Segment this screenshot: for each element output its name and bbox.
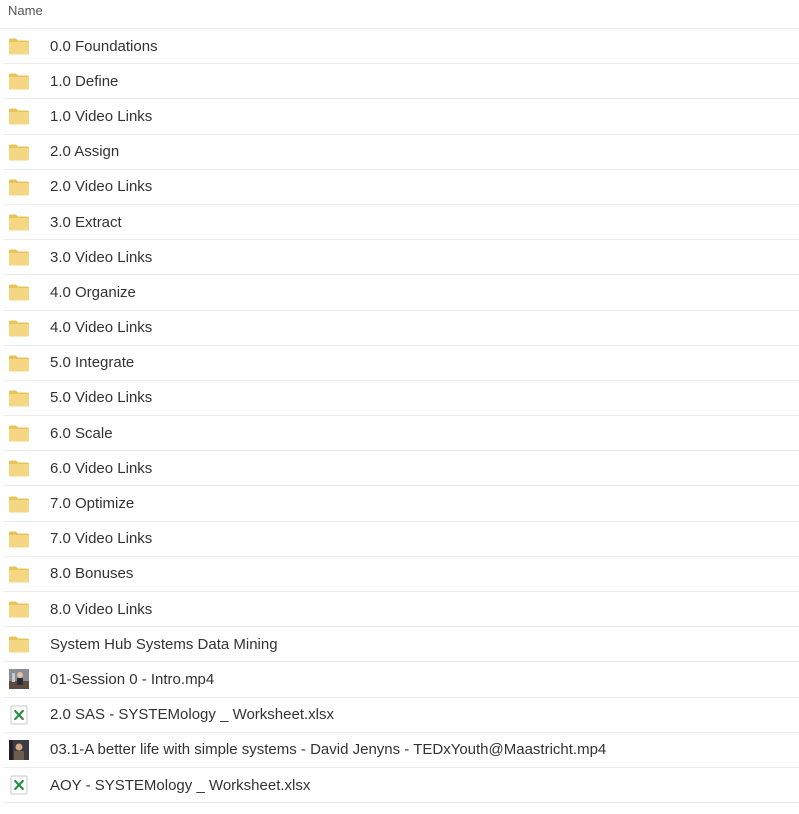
folder-row[interactable]: 6.0 Scale [4, 416, 799, 452]
folder-icon [8, 387, 30, 409]
file-row[interactable]: AOY - SYSTEMology _ Worksheet.xlsx [4, 768, 799, 804]
folder-row[interactable]: 7.0 Optimize [4, 486, 799, 522]
folder-icon [8, 598, 30, 620]
file-name[interactable]: 8.0 Video Links [50, 601, 152, 618]
folder-row[interactable]: 8.0 Bonuses [4, 557, 799, 592]
file-name[interactable]: 5.0 Integrate [50, 354, 134, 371]
file-name[interactable]: 6.0 Scale [50, 425, 113, 442]
file-rows: 0.0 Foundations 1.0 Define 1.0 Video Lin… [0, 29, 799, 804]
file-list: Name 0.0 Foundations 1.0 Define 1.0 Vide… [0, 0, 799, 804]
file-row[interactable]: 03.1-A better life with simple systems -… [4, 733, 799, 768]
folder-icon [8, 317, 30, 339]
folder-row[interactable]: 5.0 Integrate [4, 346, 799, 381]
folder-icon [8, 528, 30, 550]
folder-icon [8, 563, 30, 585]
file-name[interactable]: 3.0 Extract [50, 214, 122, 231]
excel-icon [8, 774, 30, 796]
file-name[interactable]: 1.0 Video Links [50, 108, 152, 125]
file-name[interactable]: 5.0 Video Links [50, 389, 152, 406]
file-name[interactable]: 8.0 Bonuses [50, 565, 133, 582]
folder-row[interactable]: 8.0 Video Links [4, 592, 799, 628]
folder-icon [8, 422, 30, 444]
file-name[interactable]: 1.0 Define [50, 73, 118, 90]
folder-row[interactable]: 3.0 Extract [4, 205, 799, 241]
column-header: Name [0, 0, 799, 29]
folder-icon [8, 211, 30, 233]
folder-icon [8, 176, 30, 198]
file-name[interactable]: 4.0 Organize [50, 284, 136, 301]
file-name[interactable]: 2.0 Video Links [50, 178, 152, 195]
folder-icon [8, 352, 30, 374]
file-name[interactable]: 7.0 Video Links [50, 530, 152, 547]
file-name[interactable]: 0.0 Foundations [50, 38, 158, 55]
file-name[interactable]: 3.0 Video Links [50, 249, 152, 266]
folder-row[interactable]: 2.0 Assign [4, 135, 799, 170]
video-thumbnail-icon [8, 739, 30, 761]
folder-row[interactable]: 6.0 Video Links [4, 451, 799, 487]
folder-icon [8, 246, 30, 268]
folder-icon [8, 70, 30, 92]
file-name[interactable]: 6.0 Video Links [50, 460, 152, 477]
folder-row[interactable]: 3.0 Video Links [4, 240, 799, 276]
folder-row[interactable]: 5.0 Video Links [4, 381, 799, 417]
file-row[interactable]: 2.0 SAS - SYSTEMology _ Worksheet.xlsx [4, 698, 799, 733]
folder-icon [8, 105, 30, 127]
folder-icon [8, 281, 30, 303]
file-name[interactable]: 2.0 Assign [50, 143, 119, 160]
file-name[interactable]: 01-Session 0 - Intro.mp4 [50, 671, 214, 688]
folder-row[interactable]: 4.0 Organize [4, 275, 799, 311]
file-name[interactable]: AOY - SYSTEMology _ Worksheet.xlsx [50, 777, 310, 794]
file-name[interactable]: 4.0 Video Links [50, 319, 152, 336]
folder-icon [8, 493, 30, 515]
file-name[interactable]: 7.0 Optimize [50, 495, 134, 512]
file-name[interactable]: 2.0 SAS - SYSTEMology _ Worksheet.xlsx [50, 706, 334, 723]
folder-icon [8, 141, 30, 163]
folder-row[interactable]: System Hub Systems Data Mining [4, 627, 799, 663]
excel-icon [8, 704, 30, 726]
folder-icon [8, 633, 30, 655]
file-name[interactable]: System Hub Systems Data Mining [50, 636, 278, 653]
folder-row[interactable]: 7.0 Video Links [4, 522, 799, 557]
video-thumbnail-icon [8, 668, 30, 690]
folder-icon [8, 457, 30, 479]
folder-row[interactable]: 0.0 Foundations [4, 29, 799, 65]
folder-row[interactable]: 1.0 Video Links [4, 99, 799, 135]
folder-row[interactable]: 2.0 Video Links [4, 170, 799, 205]
folder-row[interactable]: 4.0 Video Links [4, 311, 799, 346]
folder-row[interactable]: 1.0 Define [4, 64, 799, 100]
file-row[interactable]: 01-Session 0 - Intro.mp4 [4, 662, 799, 698]
file-name[interactable]: 03.1-A better life with simple systems -… [50, 741, 606, 758]
folder-icon [8, 35, 30, 57]
name-column-header[interactable]: Name [8, 3, 43, 18]
